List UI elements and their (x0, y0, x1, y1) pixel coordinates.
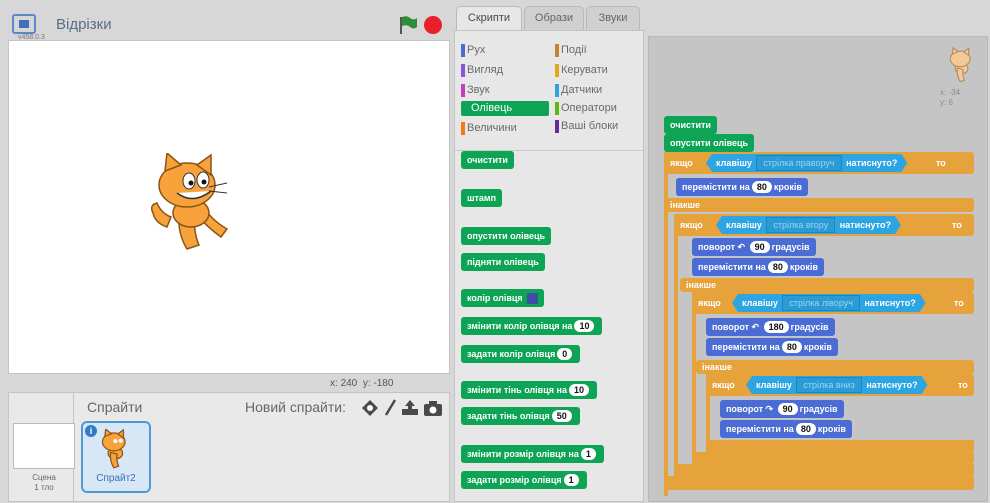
if-else-1-block[interactable]: якщо клавішу стрілка праворуч натиснуто?… (664, 152, 974, 174)
sprite-thumbnail[interactable]: i Спрайт2 (81, 421, 151, 493)
category-operators[interactable]: Оператори (555, 101, 617, 116)
category-more-blocks[interactable]: Ваші блоки (555, 119, 618, 134)
upload-icon[interactable] (401, 399, 419, 417)
block-palette: Рух Події Вигляд Керувати Звук Датчики О… (454, 30, 644, 502)
category-looks[interactable]: Вигляд (461, 63, 503, 78)
palette-clear-block[interactable]: очистити (461, 151, 514, 169)
key-pressed-2[interactable]: клавішу стрілка вгору натиснуто? (716, 216, 901, 234)
turn-block-1[interactable]: поворот ↶ 90 градусів (692, 238, 816, 256)
script-clear-block[interactable]: очистити (664, 116, 717, 134)
stage-thumb-label: Сцена 1 тло (32, 473, 56, 492)
category-sensing[interactable]: Датчики (555, 83, 602, 98)
current-sprite-icon (949, 46, 971, 83)
green-flag-icon[interactable] (396, 14, 418, 36)
if-else-2-arm (674, 214, 678, 486)
palette-pen-down-block[interactable]: опустити олівець (461, 227, 552, 245)
if-4-end (706, 440, 974, 452)
sprites-title: Спрайти (87, 399, 143, 415)
fullscreen-icon[interactable] (12, 14, 36, 34)
key-pressed-4[interactable]: клавішу стрілка вниз натиснуто? (746, 376, 928, 394)
if-else-3-block[interactable]: якщо клавішу стрілка ліворуч натиснуто? … (692, 292, 974, 314)
if-else-1-end (664, 476, 974, 490)
palette-set-size-block[interactable]: задати розмір олівця 1 (461, 471, 587, 489)
turn-block-2[interactable]: поворот ↶ 180 градусів (706, 318, 835, 336)
turn-block-3[interactable]: поворот ↷ 90 градусів (720, 400, 844, 418)
brush-icon[interactable] (383, 399, 397, 417)
tab-costumes[interactable]: Образи (524, 6, 584, 31)
paint-sprite-icon[interactable] (361, 399, 379, 417)
cat-sprite[interactable] (147, 153, 243, 257)
sprite-panel: Спрайти Новий спрайти: Сцена 1 тло i Спр… (8, 392, 450, 502)
script-pen-down-block[interactable]: опустити олівець (664, 134, 755, 152)
stop-icon[interactable] (424, 16, 442, 34)
palette-change-size-block[interactable]: змінити розмір олівця на 1 (461, 445, 604, 463)
else-2-bar: інакше (680, 278, 974, 292)
palette-set-pen-color-block[interactable]: колір олівця (461, 289, 544, 307)
category-control[interactable]: Керувати (555, 63, 608, 78)
category-motion[interactable]: Рух (461, 43, 485, 58)
new-sprite-label: Новий спрайти: (245, 399, 346, 415)
palette-stamp-block[interactable]: штамп (461, 189, 503, 207)
category-events[interactable]: Події (555, 43, 587, 58)
key-pressed-1[interactable]: клавішу стрілка праворуч натиснуто? (706, 154, 907, 172)
sprite-position-readout: x: -34 y: 6 (940, 88, 961, 107)
palette-pen-up-block[interactable]: підняти олівець (461, 253, 545, 271)
if-else-2-block[interactable]: якщо клавішу стрілка вгору натиснуто? то (674, 214, 974, 236)
if-4-block[interactable]: якщо клавішу стрілка вниз натиснуто? то (706, 374, 974, 396)
cat-sprite-thumb-icon (101, 429, 126, 469)
category-variables[interactable]: Величини (461, 121, 517, 136)
palette-set-shade-block[interactable]: задати тінь олівця 50 (461, 407, 580, 425)
else-3-bar: інакше (696, 360, 974, 374)
category-sound[interactable]: Звук (461, 83, 490, 98)
palette-change-color-block[interactable]: змінити колір олівця на 10 (461, 317, 603, 335)
tab-sounds[interactable]: Звуки (586, 6, 640, 31)
key-pressed-3[interactable]: клавішу стрілка ліворуч натиснуто? (732, 294, 926, 312)
if-else-3-end (692, 452, 974, 464)
move-block-2[interactable]: перемістити на 80 кроків (692, 258, 824, 276)
camera-icon[interactable] (423, 399, 443, 417)
if-else-2-end (674, 464, 974, 476)
stage-header: Відрізки v458.0.3 (8, 10, 448, 41)
if-else-3-arm (692, 292, 696, 476)
stage-coordinates: x: 240 y: -180 (330, 378, 394, 389)
move-block-4[interactable]: перемістити на 80 кроків (720, 420, 852, 438)
project-title[interactable]: Відрізки (56, 16, 112, 33)
sprite-name: Спрайт2 (96, 473, 136, 484)
info-icon[interactable]: i (85, 425, 97, 437)
category-pen[interactable]: Олівець (461, 101, 549, 116)
else-1-bar: інакше (664, 198, 974, 212)
tab-scripts[interactable]: Скрипти (456, 6, 522, 31)
stage-thumbnail[interactable] (13, 423, 75, 469)
pen-color-swatch[interactable] (526, 293, 538, 305)
palette-set-color-to-block[interactable]: задати колір олівця 0 (461, 345, 581, 363)
stage-canvas[interactable] (8, 40, 450, 374)
move-block-3[interactable]: перемістити на 80 кроків (706, 338, 838, 356)
move-block-1[interactable]: перемістити на 80 кроків (676, 178, 808, 196)
palette-change-shade-block[interactable]: змінити тінь олівця на 10 (461, 381, 597, 399)
